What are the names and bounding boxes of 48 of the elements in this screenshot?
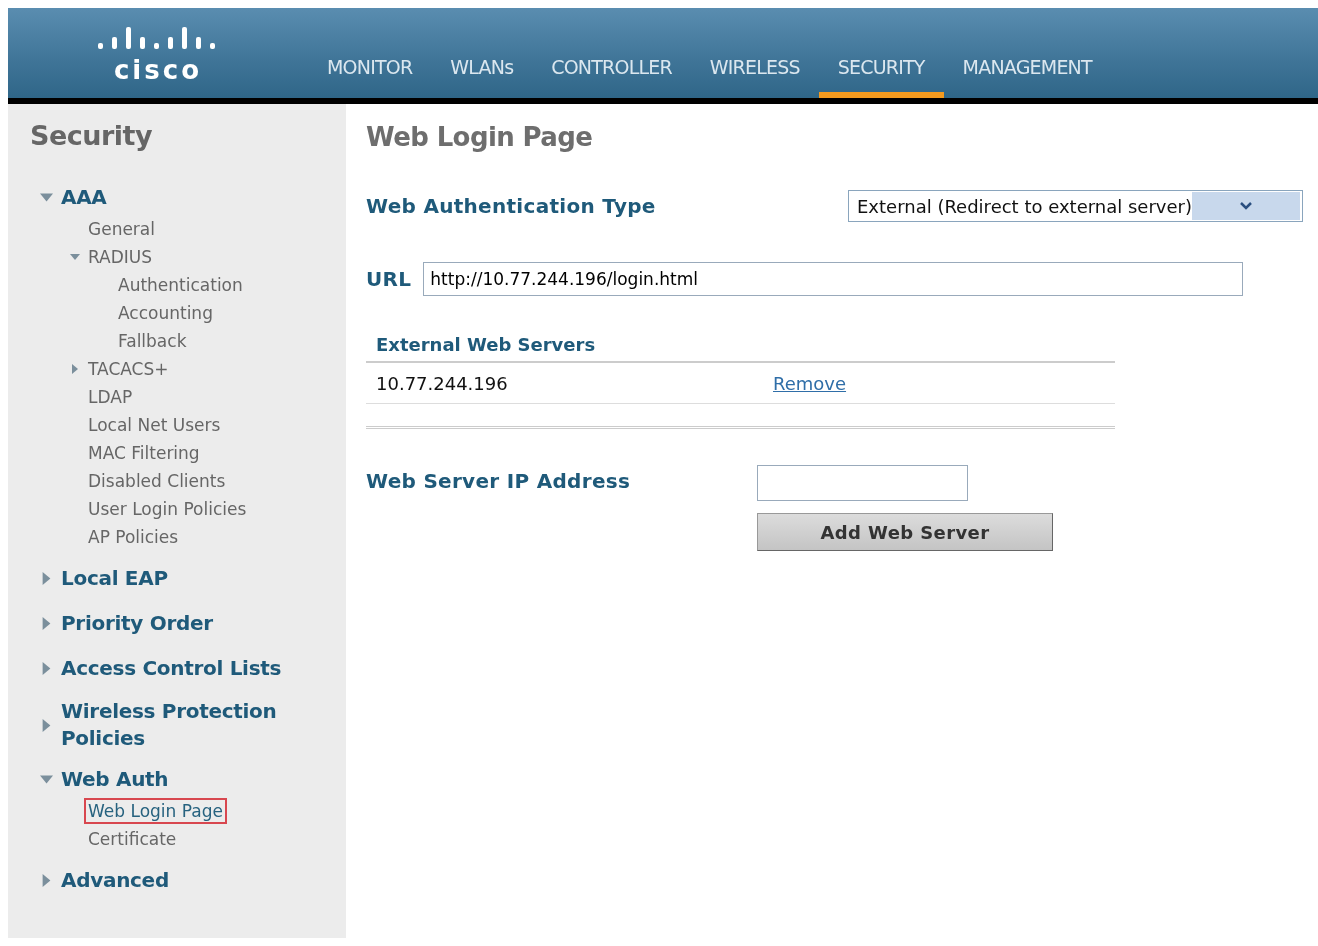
- sidebar-title: Security: [30, 120, 154, 151]
- nav-tab[interactable]: SECURITY: [818, 50, 944, 98]
- nav-link[interactable]: General: [84, 216, 159, 242]
- nav-link[interactable]: AP Policies: [84, 524, 183, 550]
- nav-tab[interactable]: MANAGEMENT: [943, 50, 1111, 98]
- page-title: Web Login Page: [366, 122, 594, 152]
- nav-tab[interactable]: WIRELESS: [690, 50, 819, 98]
- section-link[interactable]: Priority Order: [61, 611, 213, 635]
- chevron-down-icon: [1240, 202, 1252, 210]
- section-link[interactable]: Web Auth: [61, 767, 169, 791]
- nav-link[interactable]: User Login Policies: [84, 496, 251, 522]
- section-link[interactable]: Local EAP: [61, 566, 168, 590]
- field-label: Web Authentication Type: [366, 194, 656, 218]
- triangle-right-icon[interactable]: [70, 364, 80, 374]
- url-field[interactable]: http://10.77.244.196/login.html: [423, 262, 1244, 296]
- table-heading: External Web Servers: [366, 334, 1115, 363]
- ip-address-field[interactable]: [757, 465, 968, 501]
- section-link[interactable]: Advanced: [61, 868, 169, 892]
- triangle-right-icon[interactable]: [40, 616, 53, 630]
- nav-link[interactable]: Disabled Clients: [84, 468, 230, 494]
- auth-type-dropdown[interactable]: External (Redirect to external server): [848, 190, 1303, 222]
- triangle-right-icon[interactable]: [40, 873, 53, 887]
- section-link[interactable]: Wireless Protection Policies: [61, 698, 311, 752]
- field-label: URL: [366, 267, 412, 291]
- nav-link[interactable]: LDAP: [84, 384, 137, 410]
- nav-link[interactable]: MAC Filtering: [84, 440, 204, 466]
- section-link[interactable]: Access Control Lists: [61, 656, 282, 680]
- nav-link[interactable]: Accounting: [114, 300, 217, 326]
- nav-link[interactable]: Authentication: [114, 272, 247, 298]
- nav-tab[interactable]: CONTROLLER: [532, 50, 691, 98]
- section-link[interactable]: AAA: [61, 185, 107, 209]
- nav-tab[interactable]: MONITOR: [308, 50, 432, 98]
- remove-link[interactable]: Remove: [773, 372, 847, 394]
- table-cell-text: 10.77.244.196: [375, 372, 509, 394]
- triangle-right-icon[interactable]: [40, 571, 53, 585]
- logo-drawing: cisco: [93, 23, 223, 83]
- nav-link[interactable]: Certificate: [84, 826, 181, 852]
- nav-link[interactable]: Fallback: [114, 328, 191, 354]
- nav-link[interactable]: RADIUS: [84, 244, 157, 270]
- nav-link[interactable]: TACACS+: [84, 356, 173, 382]
- nav-link[interactable]: Local Net Users: [84, 412, 225, 438]
- nav-tab[interactable]: WLANs: [431, 50, 533, 98]
- triangle-right-icon[interactable]: [40, 661, 53, 675]
- triangle-down-icon[interactable]: [70, 252, 80, 262]
- field-label: Web Server IP Address: [366, 468, 632, 495]
- nav-link[interactable]: Web Login Page: [84, 798, 227, 824]
- triangle-right-icon[interactable]: [40, 718, 53, 732]
- add-web-server-button[interactable]: Add Web Server: [757, 513, 1053, 551]
